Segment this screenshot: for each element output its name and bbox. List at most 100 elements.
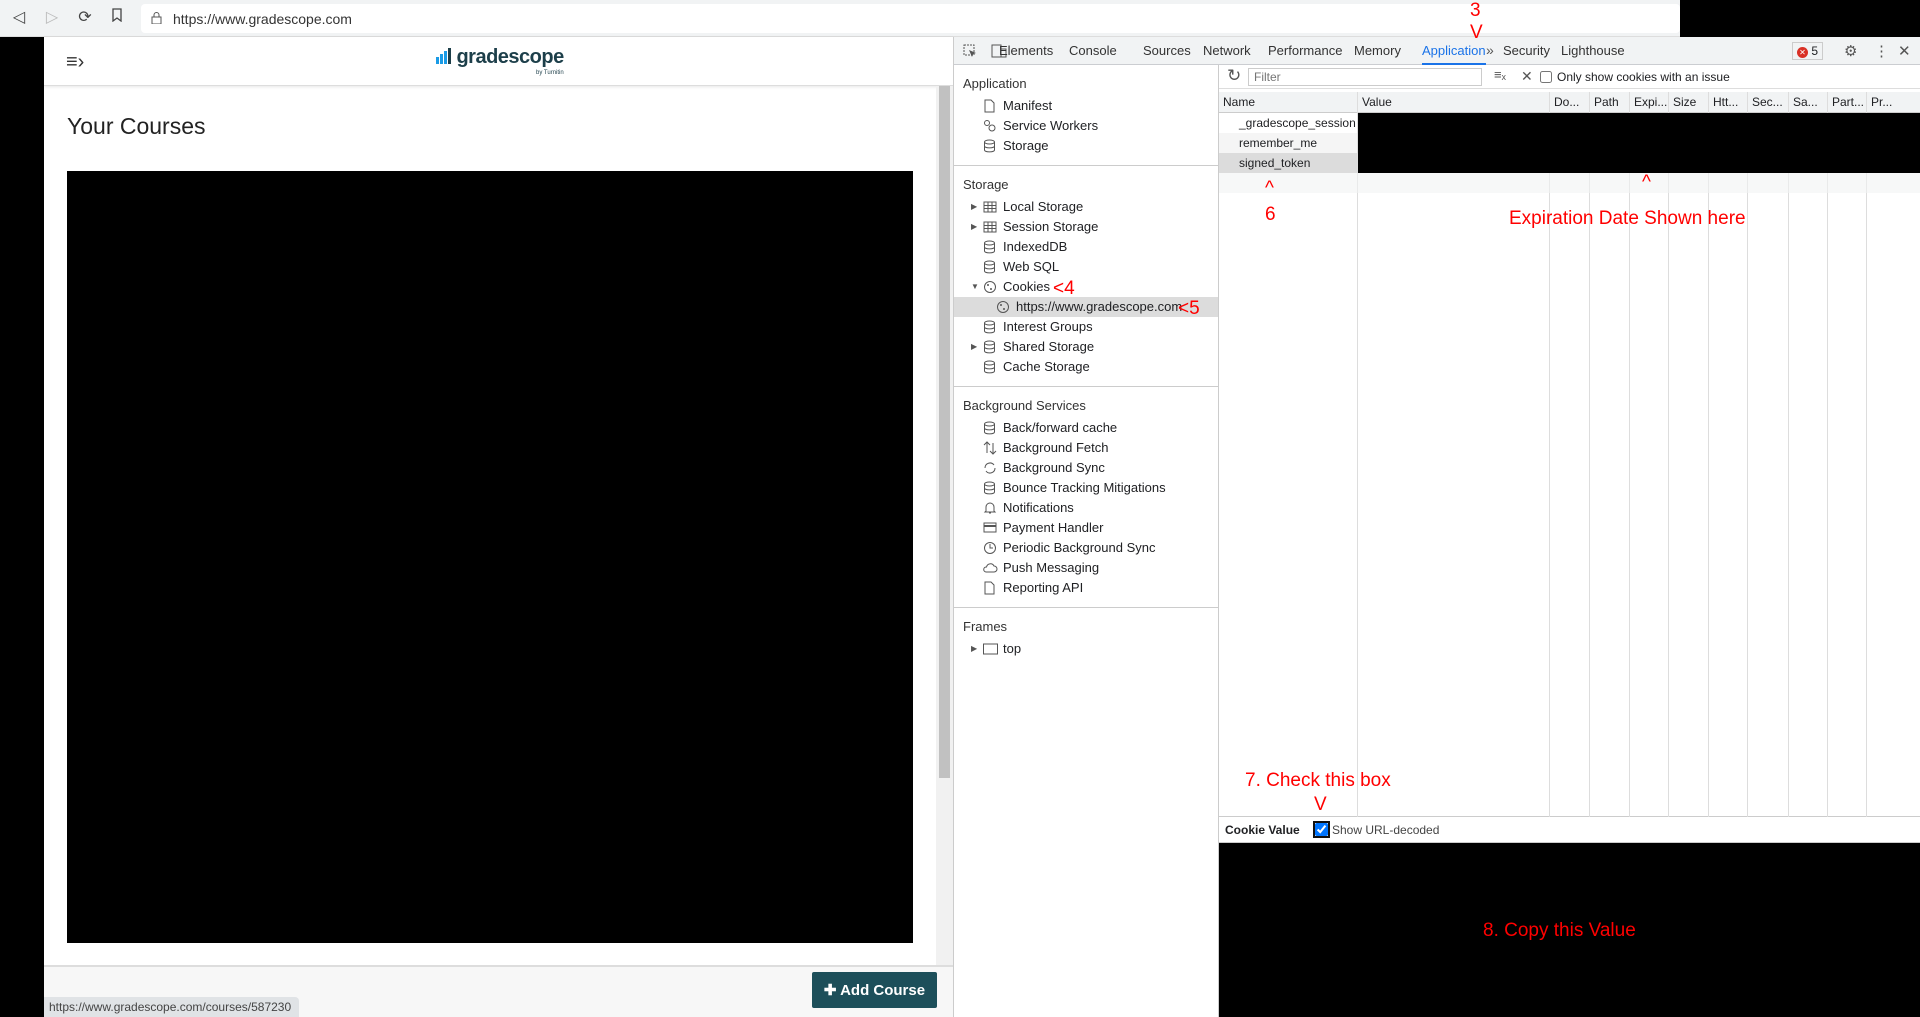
gradescope-logo[interactable]: gradescope by Turnitin [436, 46, 564, 76]
sync-icon [984, 462, 996, 474]
close-devtools-icon[interactable]: ✕ [1898, 42, 1911, 60]
tab-network[interactable]: Network [1203, 37, 1251, 65]
annotation-3-arrow: V [1470, 22, 1483, 43]
cookie-row[interactable]: remember_me [1219, 133, 1357, 153]
cookie-row[interactable]: _gradescope_session [1219, 113, 1357, 133]
column-header[interactable]: Htt... [1709, 92, 1747, 113]
error-badge[interactable]: ✕ 5 [1792, 42, 1824, 60]
sidebar-item-push-messaging[interactable]: Push Messaging [954, 558, 1218, 578]
sidebar-item-indexeddb[interactable]: IndexedDB [954, 237, 1218, 257]
tab-sources[interactable]: Sources [1143, 37, 1191, 65]
sidebar-item-top[interactable]: ▶ top [954, 639, 1218, 659]
column-8: Sa... [1789, 92, 1828, 817]
column-10: Pr... [1867, 92, 1920, 817]
tab-lighthouse[interactable]: Lighthouse [1561, 37, 1625, 65]
sidebar-section-header: Application [963, 76, 1027, 91]
column-header[interactable]: Value [1358, 92, 1549, 113]
sidebar-item-label: top [1003, 641, 1022, 656]
show-url-decoded-checkbox[interactable] [1313, 821, 1330, 838]
refresh-icon[interactable]: ↻ [1227, 66, 1241, 86]
expand-triangle-icon[interactable]: ▶ [971, 337, 977, 357]
settings-gear-icon[interactable]: ⚙ [1844, 42, 1857, 60]
sidebar-item-background-fetch[interactable]: Background Fetch [954, 438, 1218, 458]
sidebar-item-web-sql[interactable]: Web SQL [954, 257, 1218, 277]
column-header[interactable]: Size [1669, 92, 1708, 113]
column-0: Name [1219, 92, 1358, 817]
annotation-6-caret: ^ [1265, 178, 1274, 199]
sidebar-item-notifications[interactable]: Notifications [954, 498, 1218, 518]
column-header[interactable]: Path [1590, 92, 1629, 113]
sidebar-item-label: Session Storage [1003, 219, 1099, 234]
add-course-button[interactable]: ✚ Add Course [812, 972, 937, 1008]
cookie-row[interactable]: signed_token [1219, 153, 1357, 173]
back-button[interactable]: ◁ [9, 8, 29, 28]
db-icon [984, 320, 995, 334]
sidebar-item-bounce-tracking-mitigations[interactable]: Bounce Tracking Mitigations [954, 478, 1218, 498]
expand-triangle-icon[interactable]: ▶ [971, 639, 977, 659]
sidebar-item-local-storage[interactable]: ▶ Local Storage [954, 197, 1218, 217]
sidebar-section-header: Frames [963, 619, 1008, 634]
column-header[interactable]: Part... [1828, 92, 1866, 113]
sidebar-item-session-storage[interactable]: ▶ Session Storage [954, 217, 1218, 237]
table-icon [983, 221, 997, 233]
sidebar-section-frames: Frames ▶ top [954, 608, 1218, 668]
sidebar-item-label: Notifications [1003, 500, 1074, 515]
sidebar-item-storage[interactable]: Storage [954, 136, 1218, 156]
tab-performance[interactable]: Performance [1268, 37, 1342, 65]
sidebar-item-reporting-api[interactable]: Reporting API [954, 578, 1218, 598]
logo-subtext: by Turnitin [536, 70, 564, 76]
cookie-icon [997, 301, 1009, 313]
sidebar-section-application: Application Manifest Service Workers Storag… [954, 65, 1218, 166]
tab-elements[interactable]: Elements [999, 37, 1053, 65]
sidebar-item-interest-groups[interactable]: Interest Groups [954, 317, 1218, 337]
reload-button[interactable]: ⟳ [75, 8, 95, 28]
tab-security[interactable]: Security [1503, 37, 1550, 65]
tab-console[interactable]: Console [1069, 37, 1117, 65]
courses-redacted [67, 171, 913, 943]
expand-triangle-icon[interactable]: ▶ [971, 197, 977, 217]
column-header[interactable]: Pr... [1867, 92, 1920, 113]
sidebar-item-label: Manifest [1003, 98, 1053, 113]
db-icon [984, 481, 995, 495]
sidebar-item-label: Payment Handler [1003, 520, 1104, 535]
menu-icon[interactable]: ≡› [66, 51, 84, 74]
column-header[interactable]: Do... [1550, 92, 1589, 113]
more-options-icon[interactable]: ⋮ [1874, 42, 1889, 60]
db-icon [984, 260, 995, 274]
sidebar-item-shared-storage[interactable]: ▶ Shared Storage [954, 337, 1218, 357]
address-bar[interactable]: https://www.gradescope.com [141, 4, 1680, 33]
tab-memory[interactable]: Memory [1354, 37, 1401, 65]
clear-all-cookies-icon[interactable]: ≡ₓ [1494, 67, 1506, 82]
sidebar-item-cookies[interactable]: ▼ Cookies [954, 277, 1218, 297]
inspect-icon[interactable] [963, 44, 977, 58]
logo-text: gradescope [456, 46, 564, 68]
filter-input[interactable] [1248, 68, 1482, 86]
only-issues-checkbox[interactable] [1540, 71, 1552, 83]
more-tabs-icon[interactable]: » [1486, 42, 1494, 58]
collapse-triangle-icon[interactable]: ▼ [971, 277, 979, 297]
sidebar-item-manifest[interactable]: Manifest [954, 96, 1218, 116]
sidebar-item-back-forward-cache[interactable]: Back/forward cache [954, 418, 1218, 438]
frame-icon [983, 643, 998, 655]
scrollbar-thumb[interactable] [939, 86, 950, 778]
devtools-panel: » ✕ 5 ⚙ ⋮ ✕ Elements Console Sources Networ… [953, 37, 1920, 1017]
sidebar-item-cache-storage[interactable]: Cache Storage [954, 357, 1218, 377]
sidebar-item-service-workers[interactable]: Service Workers [954, 116, 1218, 136]
column-header[interactable]: Expi... [1630, 92, 1668, 113]
column-header[interactable]: Sec... [1748, 92, 1788, 113]
expand-triangle-icon[interactable]: ▶ [971, 217, 977, 237]
show-url-decoded-label: Show URL-decoded [1332, 823, 1440, 837]
table-icon [983, 201, 997, 213]
column-header[interactable]: Name [1219, 92, 1357, 113]
plus-icon: ✚ [823, 982, 841, 999]
sidebar-item-periodic-background-sync[interactable]: Periodic Background Sync [954, 538, 1218, 558]
column-header[interactable]: Sa... [1789, 92, 1827, 113]
sidebar-item-payment-handler[interactable]: Payment Handler [954, 518, 1218, 538]
sidebar-item-background-sync[interactable]: Background Sync [954, 458, 1218, 478]
forward-button[interactable]: ▷ [42, 8, 62, 28]
column-9: Part... [1828, 92, 1867, 817]
delete-cookie-icon[interactable]: ✕ [1521, 68, 1533, 85]
sidebar-item-label: Push Messaging [1003, 560, 1100, 575]
column-5: Size [1669, 92, 1709, 817]
bookmark-button[interactable] [107, 8, 127, 28]
